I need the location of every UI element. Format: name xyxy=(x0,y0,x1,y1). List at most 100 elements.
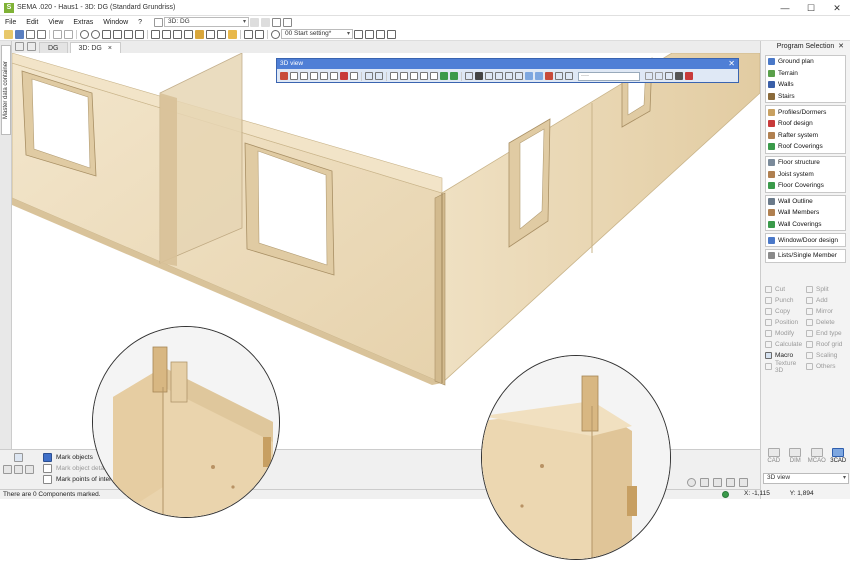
prev-view-icon[interactable] xyxy=(250,17,260,27)
snap-center-icon[interactable] xyxy=(726,478,735,487)
pencil-icon[interactable] xyxy=(195,29,204,39)
program-item-profiles-dormers[interactable]: Profiles/Dormers xyxy=(766,106,845,118)
mode-mcao[interactable]: MCAO xyxy=(807,448,827,464)
3d-view-close-button[interactable]: ✕ xyxy=(728,59,735,69)
settings-combo[interactable]: 00 Start setting* xyxy=(281,29,353,39)
layers-icon[interactable] xyxy=(272,17,282,27)
edit-tool-end-type[interactable]: End type xyxy=(806,328,847,339)
export-icon[interactable] xyxy=(37,29,46,39)
mark-settings-icon[interactable] xyxy=(14,453,23,462)
gear-icon[interactable] xyxy=(271,29,280,39)
tab-dg[interactable]: DG xyxy=(39,42,68,53)
front-view-icon[interactable] xyxy=(290,72,298,80)
edit-tool-modify[interactable]: Modify xyxy=(765,328,806,339)
program-item-joist-system[interactable]: Joist system xyxy=(766,168,845,180)
material-icon[interactable] xyxy=(545,72,553,80)
walk-icon[interactable] xyxy=(365,72,373,80)
light-icon[interactable] xyxy=(485,72,493,80)
edit-tool-calculate[interactable]: Calculate xyxy=(765,339,806,350)
cube-wire-icon[interactable] xyxy=(400,72,408,80)
tab-3d-dg[interactable]: 3D: DG × xyxy=(69,42,121,53)
edit-tool-position[interactable]: Position xyxy=(765,317,806,328)
program-item-stairs[interactable]: Stairs xyxy=(766,91,845,103)
edit-tool-copy[interactable]: Copy xyxy=(765,306,806,317)
select-mode-2-icon[interactable] xyxy=(535,72,543,80)
measure-icon[interactable] xyxy=(173,29,182,39)
program-item-wall-coverings[interactable]: Wall Coverings xyxy=(766,219,845,231)
arrow-right-icon[interactable] xyxy=(655,72,663,80)
zoom-out-icon[interactable] xyxy=(91,29,100,39)
open-icon[interactable] xyxy=(4,29,13,39)
minimize-button[interactable]: — xyxy=(772,0,798,16)
mode-3cad[interactable]: 3CAD xyxy=(828,448,848,464)
attribute-icon[interactable] xyxy=(565,72,573,80)
maximize-button[interactable]: ☐ xyxy=(798,0,824,16)
view-selector-combo[interactable]: 3D: DG xyxy=(164,17,250,27)
program-item-roof-design[interactable]: Roof design xyxy=(766,118,845,130)
program-item-floor-structure[interactable]: Floor structure xyxy=(766,157,845,169)
apply-setting-icon[interactable] xyxy=(354,29,363,39)
edit-tool-mirror[interactable]: Mirror xyxy=(806,306,847,317)
print-view-icon[interactable] xyxy=(675,72,683,80)
camera-icon[interactable] xyxy=(475,72,483,80)
green-cube-2-icon[interactable] xyxy=(450,72,458,80)
iso-view-icon[interactable] xyxy=(350,72,358,80)
zoom-all-icon[interactable] xyxy=(124,29,133,39)
mark-filter-3-icon[interactable] xyxy=(25,465,34,474)
tab-new-icon[interactable] xyxy=(27,42,36,51)
program-item-wall-members[interactable]: Wall Members xyxy=(766,207,845,219)
tab-list-icon[interactable] xyxy=(15,42,24,51)
cube-texture-icon[interactable] xyxy=(430,72,438,80)
program-item-lists-single-member[interactable]: Lists/Single Member xyxy=(766,250,845,262)
save-setting-icon[interactable] xyxy=(365,29,374,39)
back-view-icon[interactable] xyxy=(300,72,308,80)
mode-dim[interactable]: DIM xyxy=(785,448,805,464)
highlight-icon[interactable] xyxy=(228,29,237,39)
program-item-floor-coverings[interactable]: Floor Coverings xyxy=(766,180,845,192)
edit-tool-scaling[interactable]: Scaling xyxy=(806,350,847,361)
display-icon[interactable] xyxy=(255,29,264,39)
paint-icon[interactable] xyxy=(206,29,215,39)
edit-tool-split[interactable]: Split xyxy=(806,284,847,295)
cube-icon[interactable] xyxy=(390,72,398,80)
export-image-icon[interactable] xyxy=(665,72,673,80)
mode-cad[interactable]: CAD xyxy=(764,448,784,464)
edit-tool-roof-grid[interactable]: Roof grid xyxy=(806,339,847,350)
undo-icon[interactable] xyxy=(53,29,62,39)
mark-object-details-option[interactable]: Mark object details xyxy=(43,463,110,474)
tab-close-icon[interactable]: × xyxy=(108,45,112,52)
program-selection-close-button[interactable]: ✕ xyxy=(838,41,844,53)
program-item-walls[interactable]: Walls xyxy=(766,79,845,91)
edit-tool-delete[interactable]: Delete xyxy=(806,317,847,328)
edit-tool-others[interactable]: Others xyxy=(806,361,847,372)
green-cube-icon[interactable] xyxy=(440,72,448,80)
layer-filter-icon[interactable] xyxy=(555,72,563,80)
menu-extras[interactable]: Extras xyxy=(68,19,98,26)
top-view-icon[interactable] xyxy=(330,72,338,80)
3d-view-search-field[interactable]: ···· xyxy=(578,71,640,81)
menu-window[interactable]: Window xyxy=(98,19,133,26)
program-item-terrain[interactable]: Terrain xyxy=(766,68,845,80)
pan-icon[interactable] xyxy=(113,29,122,39)
program-item-window-door-design[interactable]: Window/Door design xyxy=(766,234,845,246)
color-icon[interactable] xyxy=(244,29,253,39)
grid-icon[interactable] xyxy=(162,29,171,39)
select-mode-icon[interactable] xyxy=(525,72,533,80)
snap-icon[interactable] xyxy=(151,29,160,39)
snap-intersect-icon[interactable] xyxy=(739,478,748,487)
play-icon[interactable] xyxy=(375,72,383,80)
mark-objects-option[interactable]: Mark objects xyxy=(43,452,93,463)
left-view-icon[interactable] xyxy=(310,72,318,80)
master-data-container-tab[interactable]: Master data container xyxy=(1,45,11,135)
cube-shaded-icon[interactable] xyxy=(420,72,428,80)
mark-filter-2-icon[interactable] xyxy=(14,465,23,474)
redo-icon[interactable] xyxy=(64,29,73,39)
snap-point-icon[interactable] xyxy=(687,478,696,487)
save-icon[interactable] xyxy=(15,29,24,39)
snap-mid-icon[interactable] xyxy=(713,478,722,487)
zoom-in-icon[interactable] xyxy=(80,29,89,39)
delete-view-icon[interactable] xyxy=(685,72,693,80)
info-icon[interactable] xyxy=(376,29,385,39)
red-box-icon[interactable] xyxy=(340,72,348,80)
edit-tool-punch[interactable]: Punch xyxy=(765,295,806,306)
